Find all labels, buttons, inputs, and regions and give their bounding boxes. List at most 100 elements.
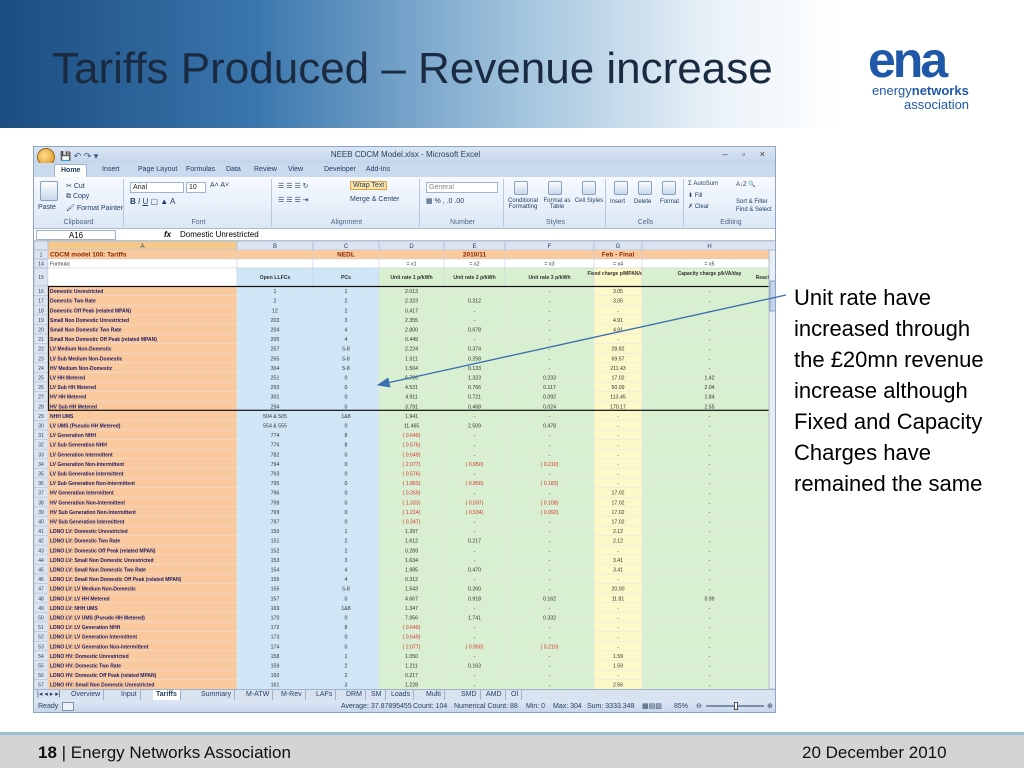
number-format-select[interactable]: General (426, 182, 498, 193)
wrap-text-button[interactable]: Wrap Text (350, 181, 388, 190)
ribbon-tab-page-layout[interactable]: Page Layout (132, 164, 183, 177)
paste-icon[interactable] (40, 181, 58, 201)
sheet-tab-overview[interactable]: Overview (68, 690, 105, 700)
status-count: Count: 104 (413, 703, 448, 710)
quick-access-toolbar[interactable]: 💾 ↶ ↷ ▾ (60, 149, 98, 164)
sheet-tab-lafs[interactable]: LAFs (313, 690, 337, 700)
cut-button[interactable]: ✂ Cut (66, 182, 85, 190)
font-size-select[interactable]: 10 (186, 182, 206, 193)
cell-value: 0.312 (468, 299, 481, 305)
ribbon-tab-review[interactable]: Review (248, 164, 283, 177)
zoom-level[interactable]: 85% (674, 700, 688, 712)
row-label: LV UMS (Pseudo HH Metered) (50, 424, 121, 430)
ribbon-tab-formulas[interactable]: Formulas (180, 164, 221, 177)
autosum-button[interactable]: Σ AutoSum (688, 181, 718, 187)
zoom-slider-handle[interactable] (734, 702, 738, 710)
sort-filter-button[interactable]: Sort & Filter (736, 199, 768, 205)
header-cell[interactable] (236, 258, 314, 269)
sheet-tab-m-rev[interactable]: M-Rev (278, 690, 306, 700)
delete-cells-icon[interactable] (638, 181, 652, 195)
sheet-tab-input[interactable]: Input (118, 690, 141, 700)
sheet-tab-loads[interactable]: Loads (388, 690, 415, 700)
worksheet-grid[interactable]: A B C D E F G H 1 CDCM model 100: Tariffs NEDL 2010… (34, 240, 776, 709)
cell-value: - (549, 548, 551, 554)
font-name-select[interactable]: Arial (130, 182, 184, 193)
copy-button[interactable]: ⧉ Copy (66, 193, 89, 201)
row-label: LDNO LV: Small Non Domestic Two Rate (50, 568, 146, 574)
ribbon-tab-home[interactable]: Home (54, 164, 88, 177)
sheet-tab-smd[interactable]: SMD (458, 690, 481, 700)
row-number: 17 (38, 299, 44, 305)
delete-button[interactable]: Delete (634, 199, 651, 205)
column-letter-B: B (273, 244, 277, 250)
cell-value: 0.468 (468, 404, 481, 410)
scrollbar-thumb[interactable] (769, 280, 776, 312)
number-format-buttons[interactable]: ▦ % , .0 .00 (426, 197, 464, 205)
ribbon-tab-developer[interactable]: Developer (318, 164, 362, 177)
insert-button[interactable]: Insert (610, 199, 625, 205)
merge-center-button[interactable]: Merge & Center (350, 196, 399, 203)
align-buttons[interactable]: ☰ ☰ ☰ ↻ (278, 182, 309, 190)
formula-bar: A16 fx Domestic Unrestricted (34, 229, 775, 241)
sheet-scroll-buttons[interactable]: |◂ ◂ ▸ ▸| (34, 690, 66, 700)
vertical-scrollbar[interactable] (768, 249, 776, 690)
window-controls[interactable]: – ▫ × (723, 147, 771, 162)
formula-input[interactable]: Domestic Unrestricted (180, 229, 259, 241)
header-cell[interactable] (47, 258, 238, 269)
sheet-tab-m-atw[interactable]: M-ATW (243, 690, 274, 700)
clear-button[interactable]: ✗ Clear (688, 203, 709, 210)
find-select-button[interactable]: Find & Select (736, 207, 772, 213)
cell-styles-icon[interactable] (582, 181, 596, 195)
header-cell[interactable] (312, 258, 380, 269)
worksheet-cells[interactable]: A B C D E F G H1 CDCM model 100: Tariffs NEDL 2010… (34, 240, 776, 709)
cell-value: 1.050 (405, 654, 418, 660)
sheet-tab-ol[interactable]: Ol (508, 690, 522, 700)
zoom-in-button[interactable]: ⊕ (767, 700, 773, 712)
conditional-formatting-button[interactable]: Conditional Formatting (506, 198, 540, 210)
view-buttons[interactable]: ▦▤▧ (642, 700, 662, 712)
sheet-tab-multi[interactable]: Multi (423, 690, 445, 700)
cell-value: 0 (345, 616, 348, 622)
cell-value: 152 (271, 548, 280, 554)
insert-function-icon[interactable]: fx (164, 229, 171, 241)
insert-cells-icon[interactable] (614, 181, 628, 195)
indent-buttons[interactable]: ☰ ☰ ☰ ⇥ (278, 196, 309, 204)
header-cell[interactable] (378, 249, 445, 260)
header-cell[interactable] (641, 249, 776, 260)
sort-filter-icon[interactable]: A↓Z 🔍 (736, 181, 756, 188)
font-grow-shrink-buttons[interactable]: A˄ A˅ (210, 182, 229, 189)
sheet-tab-tariffs[interactable]: Tariffs (153, 690, 181, 700)
cell-value: 3.791 (405, 404, 418, 410)
sheet-tab-sm[interactable]: SM (368, 690, 386, 700)
cell-value: 0 (345, 404, 348, 410)
cell-value: 17.02 (612, 510, 625, 516)
format-as-table-button[interactable]: Format as Table (540, 198, 574, 210)
sheet-tab-amd[interactable]: AMD (483, 690, 506, 700)
format-button[interactable]: Format (660, 199, 679, 205)
conditional-formatting-icon[interactable] (514, 181, 528, 195)
zoom-out-button[interactable]: ⊖ (696, 700, 702, 712)
ribbon-tab-add-ins[interactable]: Add-Ins (360, 164, 396, 177)
format-table-icon[interactable] (548, 181, 562, 195)
paste-button[interactable]: Paste (38, 204, 56, 211)
logo-wordmark: ena (868, 32, 948, 88)
ribbon-tab-data[interactable]: Data (220, 164, 247, 177)
cell[interactable] (47, 410, 238, 421)
cell-value: 1.59 (613, 654, 623, 660)
cell[interactable] (443, 285, 506, 296)
header-cell[interactable] (236, 249, 314, 260)
ribbon-tab-insert[interactable]: Insert (96, 164, 126, 177)
cell-value: - (474, 548, 476, 554)
sheet-tab-drm[interactable]: DRM (343, 690, 366, 700)
cell-styles-button[interactable]: Cell Styles (574, 198, 604, 204)
fill-button[interactable]: ⬇ Fill (688, 192, 702, 199)
header-cell[interactable] (504, 249, 595, 260)
bold-italic-underline-buttons[interactable]: B I U ▢ ▲ A (130, 197, 175, 206)
macro-record-icon[interactable] (62, 702, 74, 711)
header-cell[interactable] (47, 267, 238, 287)
sheet-tab-summary[interactable]: Summary (198, 690, 235, 700)
name-box[interactable]: A16 (36, 230, 116, 240)
format-painter-button[interactable]: 🖌 Format Painter (66, 204, 123, 212)
ribbon-tab-view[interactable]: View (282, 164, 309, 177)
format-cells-icon[interactable] (662, 181, 676, 195)
